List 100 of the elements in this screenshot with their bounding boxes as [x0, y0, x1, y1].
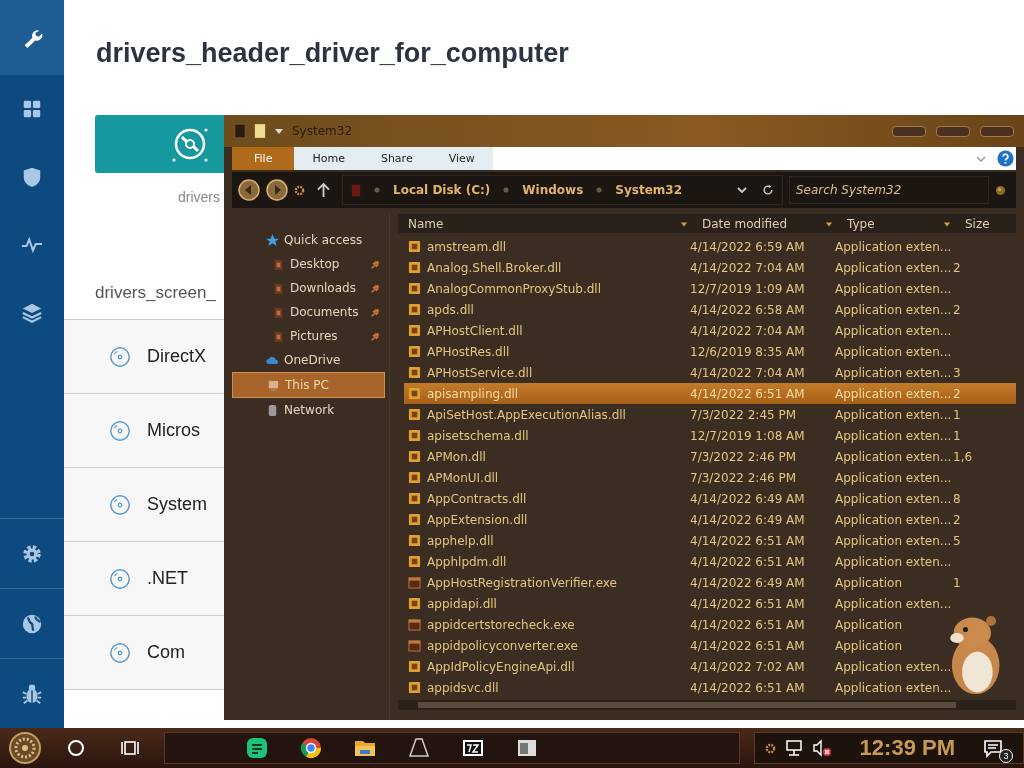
type-cell: Application exten...: [835, 407, 953, 422]
date-cell-text: 4/14/2022 7:04 AM: [690, 323, 806, 338]
browser-icon[interactable]: [299, 736, 323, 760]
ribbon-tab[interactable]: File: [232, 147, 295, 170]
file-row[interactable]: apds.dll 4/14/2022 6:58 AM Application exten...2: [404, 299, 1016, 321]
file-row[interactable]: APMonUI.dll 7/3/2022 2:46 PM Application exten...: [404, 467, 1016, 489]
type-cell: Application exten...: [835, 365, 953, 380]
file-row[interactable]: Analog.Shell.Broker.dll 4/14/2022 7:04 AM Application exten...2: [404, 257, 1016, 279]
refresh-icon[interactable]: [762, 184, 774, 196]
type-cell: Application exten...: [835, 428, 953, 443]
size-cell: 2: [953, 302, 961, 317]
file-row[interactable]: appidpolicyconverter.exe 4/14/2022 6:51 AM Application: [404, 635, 1016, 657]
file-name: Apphlpdm.dll: [427, 554, 507, 569]
nav-item[interactable]: Quick access: [232, 228, 385, 252]
scrollbar-thumb[interactable]: [418, 702, 956, 708]
file-name: AnalogCommonProxyStub.dll: [427, 281, 602, 296]
up-arrow-icon[interactable]: [317, 182, 330, 198]
file-row[interactable]: appidsvc.dll 4/14/2022 6:51 AM Application exten...: [404, 677, 1016, 699]
clock[interactable]: 12:39 PM: [859, 735, 955, 761]
file-row[interactable]: AppContracts.dll 4/14/2022 6:49 AM Application exten...8: [404, 488, 1016, 510]
file-row[interactable]: AppHostRegistrationVerifier.exe 4/14/2022 6:49 AM Application 1: [404, 572, 1016, 594]
sidebar-item[interactable]: [0, 0, 64, 75]
breadcrumb[interactable]: Windows: [522, 183, 584, 197]
ribbon-tab[interactable]: Home: [294, 147, 363, 170]
file-row[interactable]: AppExtension.dll 4/14/2022 6:49 AM Application exten...2: [404, 509, 1016, 531]
file-row[interactable]: appidapi.dll 4/14/2022 6:51 AM Application exten...: [404, 593, 1016, 615]
nav-item[interactable]: Network: [232, 398, 385, 422]
file-row[interactable]: appidcertstorecheck.exe 4/14/2022 6:51 AM Application: [404, 614, 1016, 636]
type-cell: Application exten...: [835, 449, 953, 464]
file-row[interactable]: apphelp.dll 4/14/2022 6:51 AM Application exten...5: [404, 530, 1016, 552]
column-header[interactable]: Date modified: [692, 214, 837, 234]
nav-item[interactable]: Desktop: [232, 252, 385, 276]
help-icon[interactable]: [997, 150, 1014, 167]
minimize-button[interactable]: [892, 125, 926, 137]
size-cell: 2: [953, 260, 961, 275]
dropdown-icon[interactable]: [274, 126, 284, 136]
date-cell-text: 4/14/2022 6:51 AM: [690, 638, 806, 653]
file-row[interactable]: APHostRes.dll 12/6/2019 8:35 AM Application exten...: [404, 341, 1016, 363]
forward-button-icon[interactable]: [266, 179, 288, 201]
chevron-down-icon[interactable]: [736, 184, 748, 196]
section-heading: drivers_screen_: [95, 283, 216, 303]
file-row[interactable]: amstream.dll 4/14/2022 6:59 AM Application exten...: [404, 236, 1016, 258]
star-icon: [266, 233, 279, 247]
ribbon-tab[interactable]: View: [430, 147, 493, 170]
file-row[interactable]: AnalogCommonProxyStub.dll 12/7/2019 1:09 AM Application exten...: [404, 278, 1016, 300]
type-cell-text: Application: [835, 575, 904, 590]
breadcrumb[interactable]: System32: [615, 183, 682, 197]
file-icon: [408, 324, 421, 338]
file-row[interactable]: ApiSetHost.AppExecutionAlias.dll 7/3/2022 2:45 PM Application exten...1: [404, 404, 1016, 426]
nav-item[interactable]: Documents: [232, 300, 385, 324]
file-row[interactable]: APHostClient.dll 4/14/2022 7:04 AM Application exten...: [404, 320, 1016, 342]
file-name: apds.dll: [427, 302, 474, 317]
file-row[interactable]: Apphlpdm.dll 4/14/2022 6:51 AM Application exten...: [404, 551, 1016, 573]
back-button-icon[interactable]: [238, 179, 260, 201]
nav-item[interactable]: Downloads: [232, 276, 385, 300]
file-name: APMonUI.dll: [427, 470, 499, 485]
ribbon-tab[interactable]: Share: [362, 147, 431, 170]
size-cell: 2: [953, 386, 961, 401]
file-row[interactable]: apisetschema.dll 12/7/2019 1:08 AM Application exten...1: [404, 425, 1016, 447]
file-icon: [408, 492, 421, 506]
search-field[interactable]: Search System32: [789, 176, 989, 204]
task-view-icon[interactable]: [120, 738, 140, 758]
application-file-icon: [408, 576, 421, 590]
type-cell: Application exten...: [835, 344, 953, 359]
nav-item[interactable]: Pictures: [232, 324, 385, 348]
start-button-icon[interactable]: [8, 731, 42, 765]
list-row[interactable]: .NET: [64, 541, 224, 615]
file-row[interactable]: APHostService.dll 4/14/2022 7:04 AM Application exten...3: [404, 362, 1016, 384]
file-name: AppExtension.dll: [427, 512, 528, 527]
notification-button[interactable]: 3: [983, 733, 1013, 763]
list-row[interactable]: Com: [64, 615, 224, 690]
size-cell: 8: [953, 491, 961, 506]
row-label: Micros: [147, 420, 200, 441]
horizontal-scrollbar[interactable]: [398, 700, 1016, 710]
disc-icon: [109, 641, 131, 664]
address-field[interactable]: Local Disk (C:) Windows System32: [342, 175, 783, 205]
notes-icon[interactable]: [245, 736, 269, 760]
list-row[interactable]: System: [64, 467, 224, 541]
grid-icon: [21, 98, 43, 120]
breadcrumb[interactable]: Local Disk (C:): [393, 183, 491, 197]
file-icon: [408, 450, 421, 464]
file-row[interactable]: AppIdPolicyEngineApi.dll 4/14/2022 7:02 AM Application exten...: [404, 656, 1016, 678]
search-circle-icon[interactable]: [66, 738, 86, 758]
close-button[interactable]: [980, 125, 1014, 137]
file-name: APHostClient.dll: [427, 323, 523, 338]
volume-muted-icon[interactable]: [811, 738, 832, 758]
list-row[interactable]: DirectX: [64, 319, 224, 393]
date-cell-text: 4/14/2022 7:04 AM: [690, 260, 806, 275]
column-header[interactable]: Type: [837, 214, 955, 234]
file-icon: [408, 471, 421, 485]
maximize-button[interactable]: [936, 125, 970, 137]
nav-item[interactable]: OneDrive: [232, 348, 385, 372]
column-header[interactable]: Size: [955, 214, 1016, 234]
file-name: AppHostRegistrationVerifier.exe: [427, 575, 617, 590]
file-icon: [408, 366, 421, 380]
file-row[interactable]: APMon.dll 7/3/2022 2:46 PM Application exten...1,6: [404, 446, 1016, 468]
column-header[interactable]: Name: [398, 214, 692, 234]
list-row[interactable]: Micros: [64, 393, 224, 467]
size-cell: 1,6: [953, 449, 973, 464]
type-cell: Application exten...: [835, 680, 953, 695]
